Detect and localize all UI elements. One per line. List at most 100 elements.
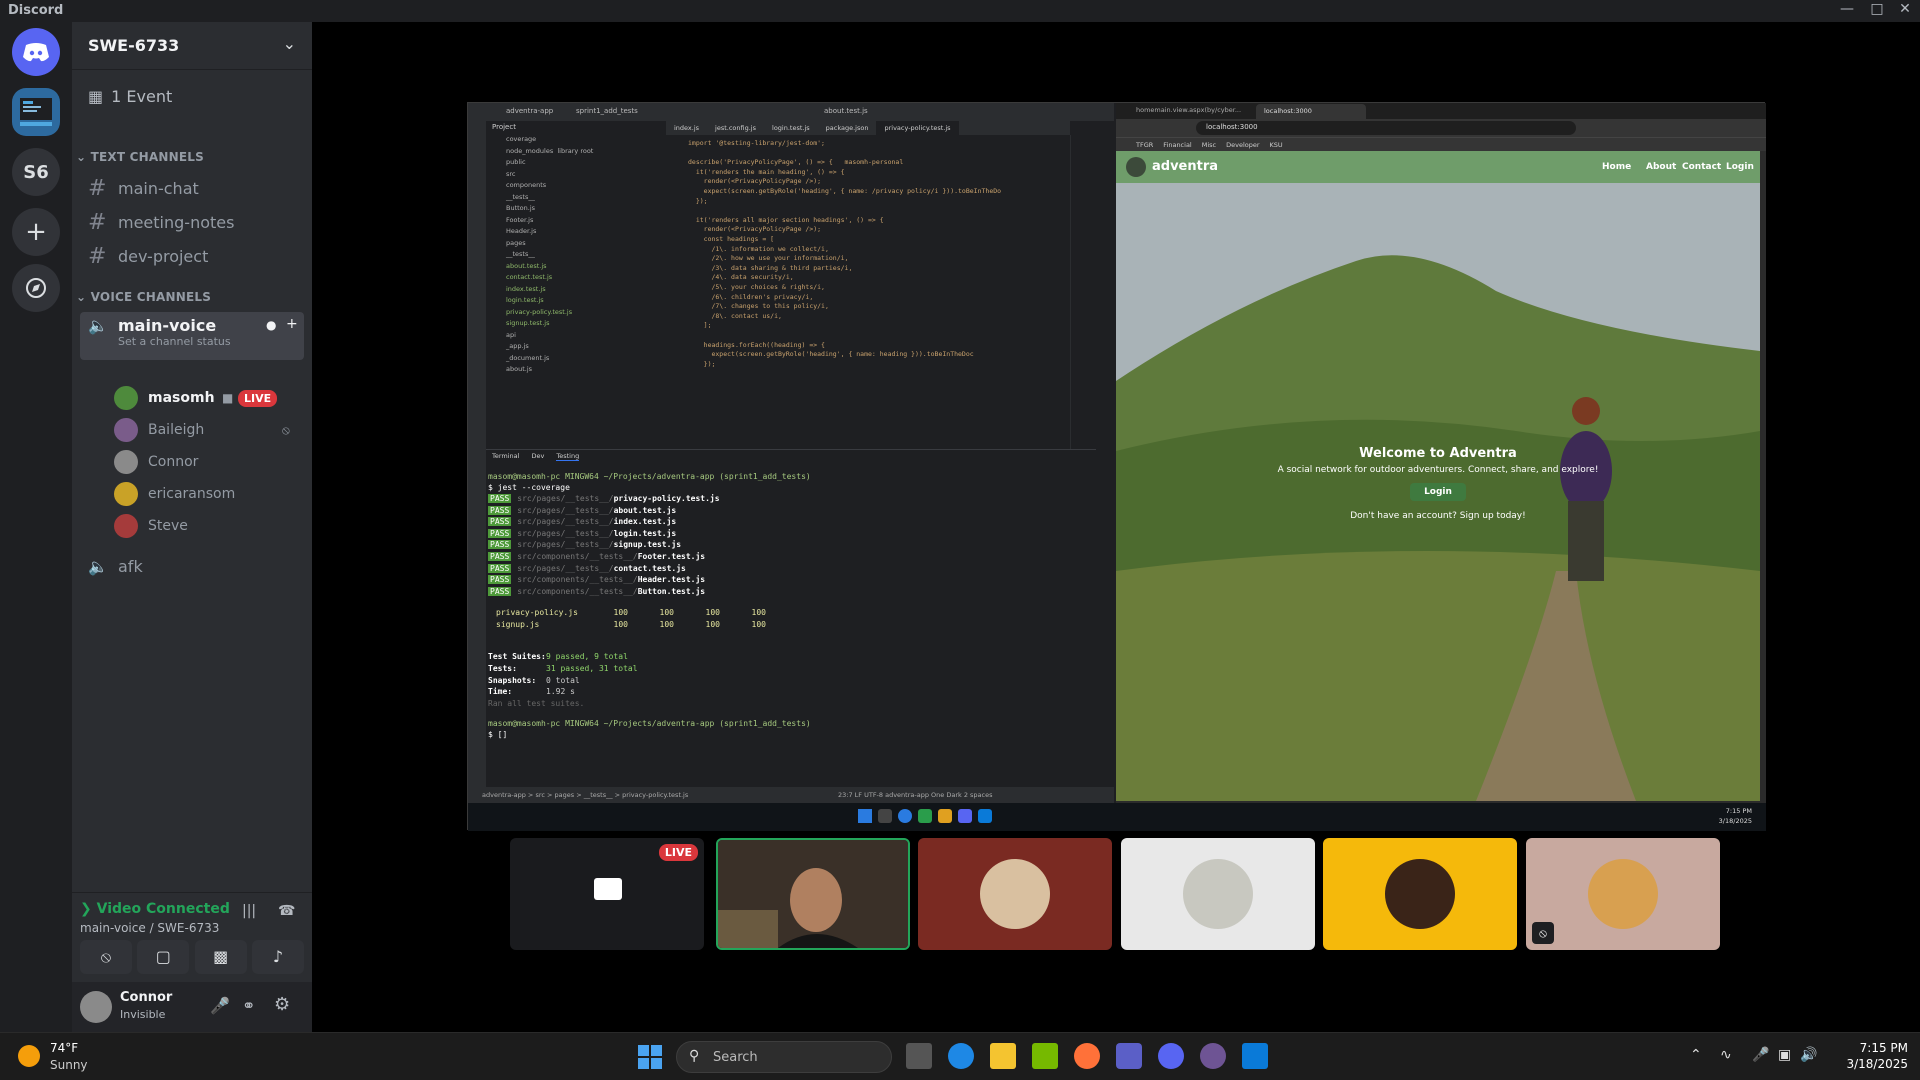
editor-tab[interactable]: index.js — [666, 121, 707, 136]
editor-tab[interactable]: privacy-policy.test.js — [876, 121, 959, 136]
tree-item[interactable]: _document.js — [506, 354, 549, 362]
bookmark[interactable]: Financial — [1163, 141, 1191, 149]
shared-screen[interactable]: adventra-app sprint1_add_tests about.tes… — [467, 102, 1766, 831]
weather-desc[interactable]: Sunny — [50, 1058, 88, 1072]
gear-icon[interactable]: ⚙ — [274, 994, 290, 1015]
ide-project[interactable]: adventra-app — [506, 107, 553, 115]
task-view-icon[interactable] — [906, 1043, 932, 1069]
editor-tab[interactable]: jest.config.js — [707, 121, 764, 136]
tree-item[interactable]: src — [506, 170, 516, 178]
camera-off-button[interactable]: ⦸ — [80, 940, 132, 974]
bookmark[interactable]: Misc — [1202, 141, 1216, 149]
tree-item[interactable]: about.js — [506, 365, 532, 373]
tree-item[interactable]: coverage — [506, 135, 536, 143]
bookmark[interactable]: KSU — [1270, 141, 1283, 149]
tree-item[interactable]: login.test.js — [506, 296, 544, 304]
maximize-icon[interactable]: □ — [1862, 1, 1892, 21]
start-button[interactable] — [638, 1045, 662, 1069]
nav-about[interactable]: About — [1646, 162, 1676, 172]
weather-temp[interactable]: 74°F — [50, 1041, 78, 1055]
tree-item[interactable]: about.test.js — [506, 262, 547, 270]
tree-item[interactable]: signup.test.js — [506, 319, 550, 327]
github-icon[interactable] — [1200, 1043, 1226, 1069]
editor-tab[interactable]: package.json — [818, 121, 877, 136]
channel-main-chat[interactable]: # main-chat — [80, 172, 304, 204]
member-masomh[interactable]: masomh ■ LIVE — [114, 384, 278, 412]
noise-suppression-icon[interactable]: ||| — [242, 903, 256, 919]
tile-screen-share[interactable]: LIVE — [510, 838, 704, 950]
member-steve[interactable]: Steve — [114, 512, 188, 540]
tree-item[interactable]: _app.js — [506, 342, 529, 350]
avatar[interactable] — [80, 991, 112, 1023]
tree-item[interactable]: contact.test.js — [506, 273, 552, 281]
editor-tab[interactable]: login.test.js — [764, 121, 818, 136]
discover-icon[interactable] — [12, 264, 60, 312]
tree-item[interactable]: privacy-policy.test.js — [506, 308, 572, 316]
server-header[interactable]: SWE-6733 ⌄ — [72, 22, 312, 70]
voice-channel-afk[interactable]: 🔈 afk — [80, 550, 304, 582]
close-icon[interactable]: ✕ — [1890, 1, 1920, 21]
network-icon[interactable]: ∿ — [1720, 1047, 1732, 1063]
soundboard-button[interactable]: ♪ — [251, 940, 304, 974]
tree-item[interactable]: Header.js — [506, 227, 536, 235]
bookmark[interactable]: Developer — [1226, 141, 1259, 149]
terminal-tab[interactable]: Dev — [531, 452, 544, 461]
tile-avatar-4[interactable]: ⦸ — [1526, 838, 1720, 950]
nav-contact[interactable]: Contact — [1682, 162, 1721, 172]
channel-dev-project[interactable]: # dev-project — [80, 240, 304, 272]
tree-item[interactable]: __tests__ — [506, 193, 535, 201]
clock[interactable]: 7:15 PM 3/18/2025 — [1836, 1041, 1908, 1071]
terminal-tab[interactable]: Terminal — [492, 452, 519, 461]
nav-login[interactable]: Login — [1726, 162, 1754, 172]
ide-run-config[interactable]: about.test.js — [824, 107, 868, 115]
events-row[interactable]: ▦ 1 Event — [88, 87, 172, 106]
tree-item[interactable]: node_modules library root — [506, 147, 593, 155]
mic-icon[interactable]: 🎤 — [210, 996, 230, 1015]
tile-camera[interactable] — [716, 838, 910, 950]
activities-button[interactable]: ▩ — [194, 940, 247, 974]
voice-location[interactable]: main-voice / SWE-6733 — [80, 921, 219, 935]
tree-item[interactable]: components — [506, 181, 546, 189]
vscode-icon[interactable] — [1242, 1043, 1268, 1069]
chat-icon[interactable]: ● — [266, 318, 276, 332]
minimize-icon[interactable]: — — [1832, 1, 1862, 21]
tree-item[interactable]: Footer.js — [506, 216, 533, 224]
ide-breadcrumb[interactable]: adventra-app > src > pages > __tests__ >… — [482, 791, 688, 799]
headphones-icon[interactable]: ⚭ — [242, 996, 255, 1015]
channel-status[interactable]: Set a channel status — [118, 335, 231, 348]
discord-icon[interactable] — [1158, 1043, 1184, 1069]
voice-channel-main[interactable]: 🔈 main-voice Set a channel status ● + — [80, 312, 304, 360]
teams-icon[interactable] — [1116, 1043, 1142, 1069]
browser-tab-active[interactable]: localhost:3000 — [1256, 104, 1366, 119]
tree-item[interactable]: public — [506, 158, 526, 166]
search-box[interactable]: ⚲ Search — [676, 1041, 892, 1073]
disconnect-icon[interactable]: ☎ — [278, 903, 295, 919]
tile-avatar-2[interactable] — [1121, 838, 1315, 950]
tree-item[interactable]: __tests__ — [506, 250, 535, 258]
channel-meeting-notes[interactable]: # meeting-notes — [80, 206, 304, 238]
hero-signup-text[interactable]: Don't have an account? Sign up today! — [1116, 511, 1760, 521]
tile-avatar-1[interactable] — [918, 838, 1112, 950]
volume-icon[interactable]: 🔊 — [1800, 1047, 1817, 1063]
bookmark[interactable]: TFGR — [1136, 141, 1153, 149]
text-category[interactable]: ⌄ TEXT CHANNELS — [76, 150, 204, 164]
edge-icon[interactable] — [948, 1043, 974, 1069]
add-member-icon[interactable]: + — [286, 316, 298, 332]
server-icon-swe[interactable] — [12, 88, 60, 136]
code-editor[interactable]: import '@testing-library/jest-dom'; descr… — [666, 135, 1070, 449]
hero-login-button[interactable]: Login — [1410, 483, 1466, 501]
member-ericaransom[interactable]: ericaransom — [114, 480, 235, 508]
tile-avatar-3[interactable] — [1323, 838, 1517, 950]
discord-home-icon[interactable] — [12, 28, 60, 76]
browser-tab[interactable]: homemain.view.aspx(by/cyber... — [1136, 106, 1246, 114]
tree-item[interactable]: index.test.js — [506, 285, 546, 293]
terminal-tab[interactable]: Testing — [556, 452, 580, 461]
voice-category[interactable]: ⌄ VOICE CHANNELS — [76, 290, 211, 304]
add-server-icon[interactable]: + — [12, 208, 60, 256]
address-bar[interactable]: localhost:3000 — [1196, 121, 1576, 135]
site-brand[interactable]: adventra — [1152, 159, 1218, 174]
member-baileigh[interactable]: Baileigh ⦸ — [114, 416, 290, 444]
tree-item[interactable]: Button.js — [506, 204, 535, 212]
member-connor[interactable]: Connor — [114, 448, 198, 476]
file-explorer-icon[interactable] — [990, 1043, 1016, 1069]
